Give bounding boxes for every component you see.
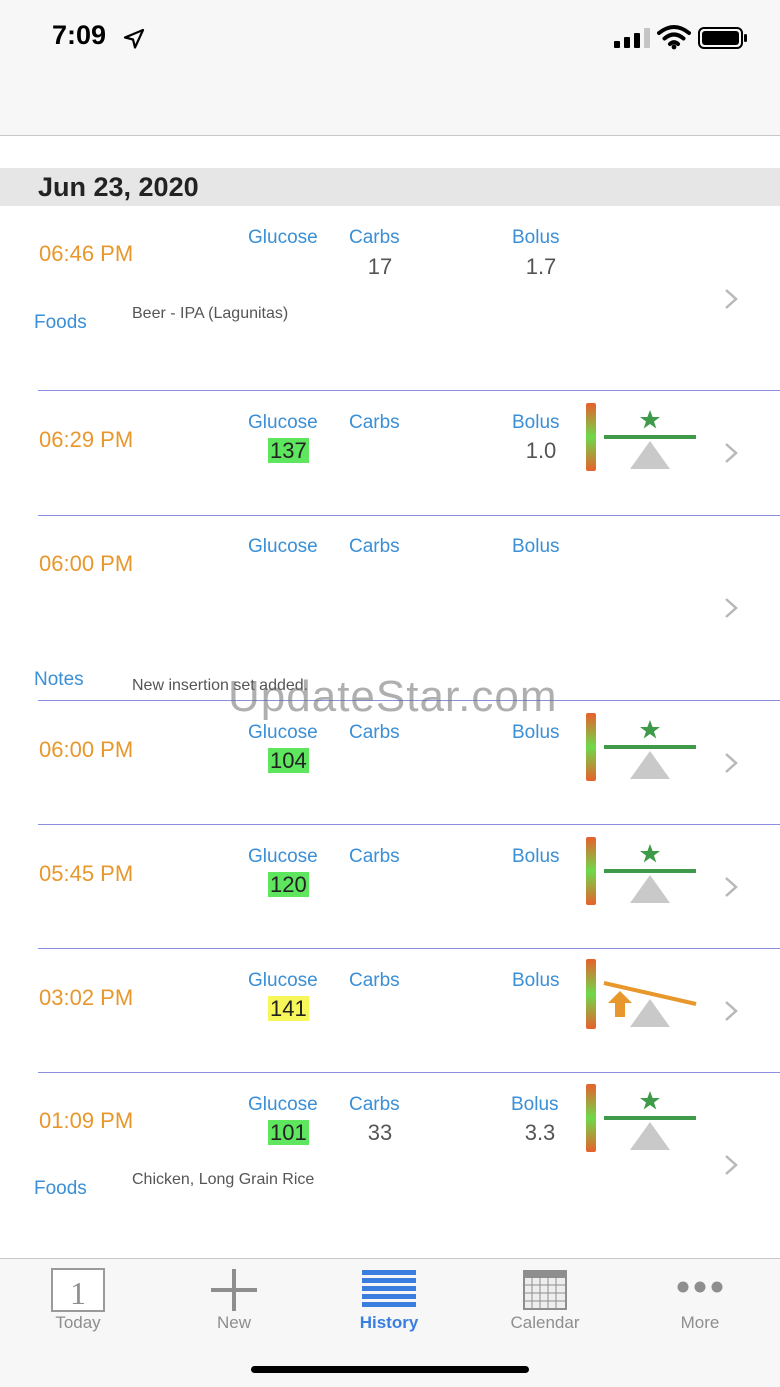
bolus-label: Bolus [512,536,560,557]
history-entry[interactable]: 06:46 PM Glucose Carbs Bolus 17 1.7 Food… [0,206,780,391]
entry-time: 06:46 PM [39,241,134,266]
list-icon [362,1270,416,1307]
carbs-label: Carbs [349,1094,400,1115]
tab-more[interactable]: More [622,1259,778,1339]
carbs-value: 17 [367,254,393,279]
history-entry[interactable]: 03:02 PM Glucose Carbs Bolus 141 [0,948,780,1073]
calendar-day-icon: 1 [51,1268,105,1312]
status-bar: 7:09 [0,0,780,136]
balance-meter-tilted-icon [586,959,697,1029]
glucose-value: 137 [268,438,309,463]
balance-meter-icon [586,403,696,471]
chevron-right-icon [725,443,738,463]
tab-history-label: History [359,1313,419,1332]
history-entry[interactable]: 01:09 PM Glucose Carbs Bolus 101 33 3.3 … [0,1072,780,1258]
plus-icon [211,1269,257,1311]
foods-text: Beer - IPA (Lagunitas) [132,305,289,322]
carbs-label: Carbs [349,412,400,433]
balance-meter-icon [586,713,696,781]
carbs-value: 33 [367,1120,393,1145]
status-time: 7:09 [52,20,107,50]
glucose-label: Glucose [248,412,318,433]
date-section-header: Jun 23, 2020 [0,168,780,206]
entry-time: 06:29 PM [39,427,134,452]
bolus-label: Bolus [512,970,560,991]
tab-more-label: More [680,1313,720,1332]
chevron-right-icon [725,289,738,309]
chevron-right-icon [725,877,738,897]
battery-icon [698,27,747,49]
tab-calendar[interactable]: Calendar [467,1259,623,1339]
cellular-signal-icon [614,28,650,48]
bolus-label: Bolus [512,846,560,867]
tab-today[interactable]: 1 Today [0,1259,156,1339]
glucose-label: Glucose [248,536,318,557]
glucose-value: 120 [268,872,309,897]
entry-time: 06:00 PM [39,737,134,762]
glucose-label: Glucose [248,227,318,248]
bolus-value: 1.7 [525,254,557,279]
chevron-right-icon [725,598,738,618]
bolus-value: 1.0 [525,438,557,463]
bolus-label: Bolus [512,412,560,433]
glucose-label: Glucose [248,970,318,991]
balance-meter-icon [586,837,696,905]
bolus-label: Bolus [512,722,560,743]
history-entry[interactable]: 06:29 PM Glucose Carbs Bolus 137 1.0 [0,391,780,516]
chevron-right-icon [725,1155,738,1175]
foods-text: Chicken, Long Grain Rice [132,1171,315,1188]
glucose-value: 141 [268,996,309,1021]
tab-today-label: Today [55,1313,101,1332]
date-header-text: Jun 23, 2020 [38,172,199,202]
entry-time: 06:00 PM [39,551,134,576]
notes-label: Notes [34,669,84,690]
location-arrow-icon [123,28,145,49]
carbs-label: Carbs [349,227,400,248]
ellipsis-icon [677,1281,723,1293]
home-indicator [251,1366,529,1373]
svg-text:1: 1 [70,1275,86,1311]
tab-history[interactable]: History [311,1259,467,1339]
carbs-label: Carbs [349,722,400,743]
watermark: UpdateStar.com [228,672,558,721]
wifi-icon [657,25,691,50]
chevron-right-icon [725,1001,738,1021]
carbs-label: Carbs [349,536,400,557]
glucose-label: Glucose [248,1094,318,1115]
glucose-value: 104 [268,748,309,773]
carbs-label: Carbs [349,970,400,991]
tab-calendar-label: Calendar [510,1313,580,1332]
bolus-label: Bolus [511,1094,559,1115]
calendar-grid-icon [523,1270,567,1310]
history-entry[interactable]: 05:45 PM Glucose Carbs Bolus 120 [0,824,780,949]
entry-time: 05:45 PM [39,861,134,886]
entry-time: 01:09 PM [39,1108,134,1133]
bolus-value: 3.3 [524,1120,556,1145]
entry-time: 03:02 PM [39,985,134,1010]
carbs-label: Carbs [349,846,400,867]
foods-label: Foods [34,1178,87,1199]
tab-new-label: New [216,1313,251,1332]
tab-new[interactable]: New [156,1259,312,1339]
bolus-label: Bolus [512,227,560,248]
glucose-value: 101 [268,1120,309,1145]
balance-meter-icon [586,1084,696,1152]
glucose-label: Glucose [248,846,318,867]
foods-label: Foods [34,312,87,333]
chevron-right-icon [725,753,738,773]
glucose-label: Glucose [248,722,318,743]
